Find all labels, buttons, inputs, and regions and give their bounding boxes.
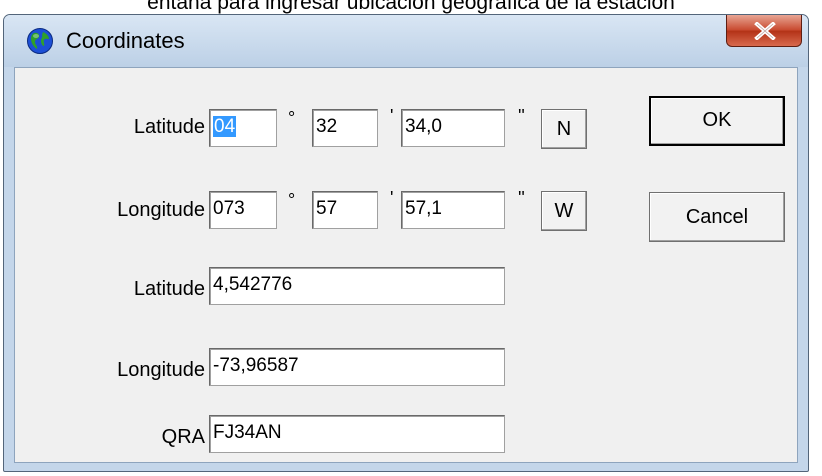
decimal-latitude-input[interactable]: 4,542776 xyxy=(209,267,505,305)
longitude-seconds-input[interactable]: 57,1 xyxy=(401,191,505,229)
decimal-longitude-label: Longitude xyxy=(117,359,205,381)
coordinates-dialog: Coordinates Latitude 04 ° 32 ' 34,0 '' N… xyxy=(3,14,809,472)
qra-input[interactable]: FJ34AN xyxy=(209,415,505,453)
latitude-minutes-input[interactable]: 32 xyxy=(312,109,378,147)
latitude-seconds-input[interactable]: 34,0 xyxy=(401,109,505,147)
close-icon xyxy=(754,22,776,40)
latitude-second-symbol: '' xyxy=(518,106,525,126)
dialog-content: Latitude 04 ° 32 ' 34,0 '' N Longitude 0… xyxy=(14,67,798,463)
longitude-minutes-input[interactable]: 57 xyxy=(312,191,378,229)
close-button[interactable] xyxy=(726,15,802,47)
page-caption: entana para ingresar ubicación geográfic… xyxy=(147,0,675,14)
dms-latitude-label: Latitude xyxy=(133,116,205,138)
longitude-second-symbol: '' xyxy=(518,188,525,208)
longitude-minute-symbol: ' xyxy=(390,188,394,208)
qra-label: QRA xyxy=(161,426,205,448)
decimal-latitude-label: Latitude xyxy=(133,278,205,300)
window-title: Coordinates xyxy=(66,28,185,53)
latitude-degree-symbol: ° xyxy=(288,108,296,128)
longitude-hemisphere-button[interactable]: W xyxy=(541,191,587,231)
latitude-degrees-input[interactable]: 04 xyxy=(209,109,277,147)
latitude-minute-symbol: ' xyxy=(390,106,394,126)
latitude-degrees-value: 04 xyxy=(213,116,237,137)
longitude-degrees-input[interactable]: 073 xyxy=(209,191,277,229)
title-bar[interactable]: Coordinates xyxy=(4,15,808,67)
decimal-longitude-input[interactable]: -73,96587 xyxy=(209,348,505,386)
cancel-button[interactable]: Cancel xyxy=(649,192,785,242)
longitude-degree-symbol: ° xyxy=(288,190,296,210)
globe-icon xyxy=(27,28,53,54)
ok-button[interactable]: OK xyxy=(649,96,785,146)
dms-longitude-label: Longitude xyxy=(117,199,205,221)
latitude-hemisphere-button[interactable]: N xyxy=(541,109,587,149)
